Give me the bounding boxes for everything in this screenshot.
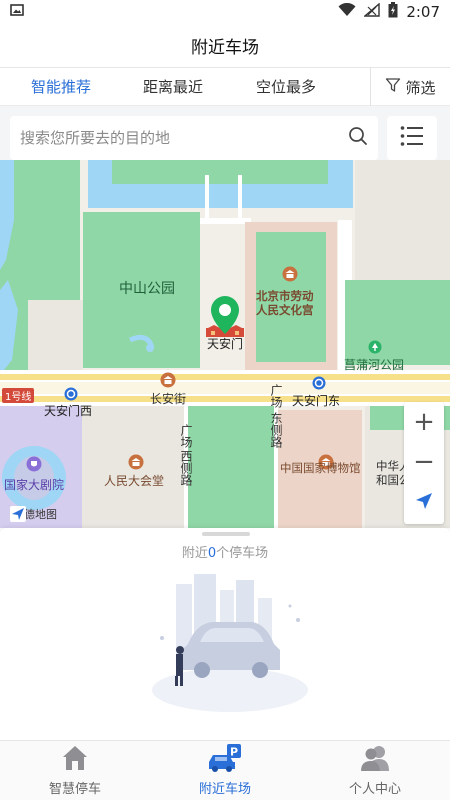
bottom-nav: 智慧停车 P 附近车场 个人中心 (0, 740, 450, 800)
locate-arrow-icon (415, 487, 433, 517)
map-label: 天安门西 (44, 404, 93, 418)
map-label: 中国国家博物馆 (280, 461, 361, 475)
parking-count-text: 附近0个停车场 (0, 542, 450, 561)
parking-list-sheet[interactable]: 附近0个停车场 (0, 528, 450, 740)
map-label: 人民文化宫 (256, 303, 314, 317)
filter-label: 筛选 (405, 78, 436, 97)
home-icon (60, 744, 90, 776)
status-time: 2:07 (406, 3, 440, 21)
nav-label: 智慧停车 (48, 782, 101, 797)
search-input[interactable] (20, 129, 348, 147)
parking-count: 0 (207, 546, 217, 561)
map-label: 广场 (269, 384, 283, 408)
tab-most-spaces[interactable]: 空位最多 (256, 76, 316, 97)
map-controls: + − (404, 402, 444, 524)
page-title: 附近车场 (191, 38, 259, 58)
status-bar: 2:07 (0, 0, 450, 24)
search-row (0, 106, 450, 160)
zoom-in-button[interactable]: + (404, 402, 444, 442)
map-label: 广场 (179, 424, 193, 448)
locate-button[interactable] (404, 482, 444, 522)
nav-item-smart-parking[interactable]: 智慧停车 (0, 741, 150, 800)
filter-button[interactable]: 筛选 (370, 68, 450, 106)
map-label: 西侧路 (179, 450, 193, 486)
tab-nearest[interactable]: 距离最近 (143, 76, 203, 97)
parking-car-icon: P (207, 744, 243, 776)
list-view-button[interactable] (387, 116, 437, 160)
map-label: 中山公园 (119, 281, 175, 297)
zoom-out-button[interactable]: − (404, 442, 444, 482)
empty-state-illustration (140, 570, 320, 724)
search-box (10, 116, 378, 160)
wifi-icon (338, 2, 356, 21)
map-provider-logo: 高德地图 (10, 506, 57, 522)
nav-label: 附近车场 (198, 782, 251, 797)
search-icon[interactable] (348, 126, 368, 150)
tab-smart-recommend[interactable]: 智能推荐 (31, 76, 91, 97)
svg-text:P: P (230, 746, 238, 759)
map-label: 人民大会堂 (104, 474, 165, 488)
map-label: 东侧路 (269, 412, 283, 448)
gallery-notification-icon (10, 3, 24, 21)
count-suffix: 个停车场 (216, 546, 269, 561)
map-label: 长安街 (150, 392, 187, 406)
map-label: 菖蒲河公园 (344, 358, 405, 372)
nav-label: 个人中心 (348, 782, 401, 797)
map-label: 天安门 (207, 337, 244, 351)
drag-handle[interactable] (202, 532, 250, 536)
minus-icon: − (413, 447, 435, 477)
map-view[interactable]: 中山公园 北京市劳动 人民文化宫 天安门 菖蒲河公园 1号线 天安门西 长安街 … (0, 160, 450, 528)
user-group-icon (359, 744, 391, 776)
map-label: 1号线 (2, 388, 35, 403)
count-prefix: 附近 (181, 546, 208, 561)
sort-tabs: 智能推荐 距离最近 空位最多 筛选 (0, 68, 450, 106)
app-screen: 2:07 附近车场 智能推荐 距离最近 空位最多 筛选 搜索您所要去的目的地 中… (0, 0, 450, 800)
nav-item-nearby-parking[interactable]: P 附近车场 (150, 741, 300, 800)
map-label: 国家大剧院 (4, 478, 65, 492)
nav-item-personal-center[interactable]: 个人中心 (300, 741, 450, 800)
plus-icon: + (413, 407, 435, 437)
map-label: 天安门东 (292, 394, 341, 408)
battery-icon (388, 2, 398, 22)
signal-icon (363, 2, 381, 21)
filter-icon (385, 77, 401, 97)
header: 附近车场 (0, 24, 450, 68)
list-icon (400, 125, 424, 151)
